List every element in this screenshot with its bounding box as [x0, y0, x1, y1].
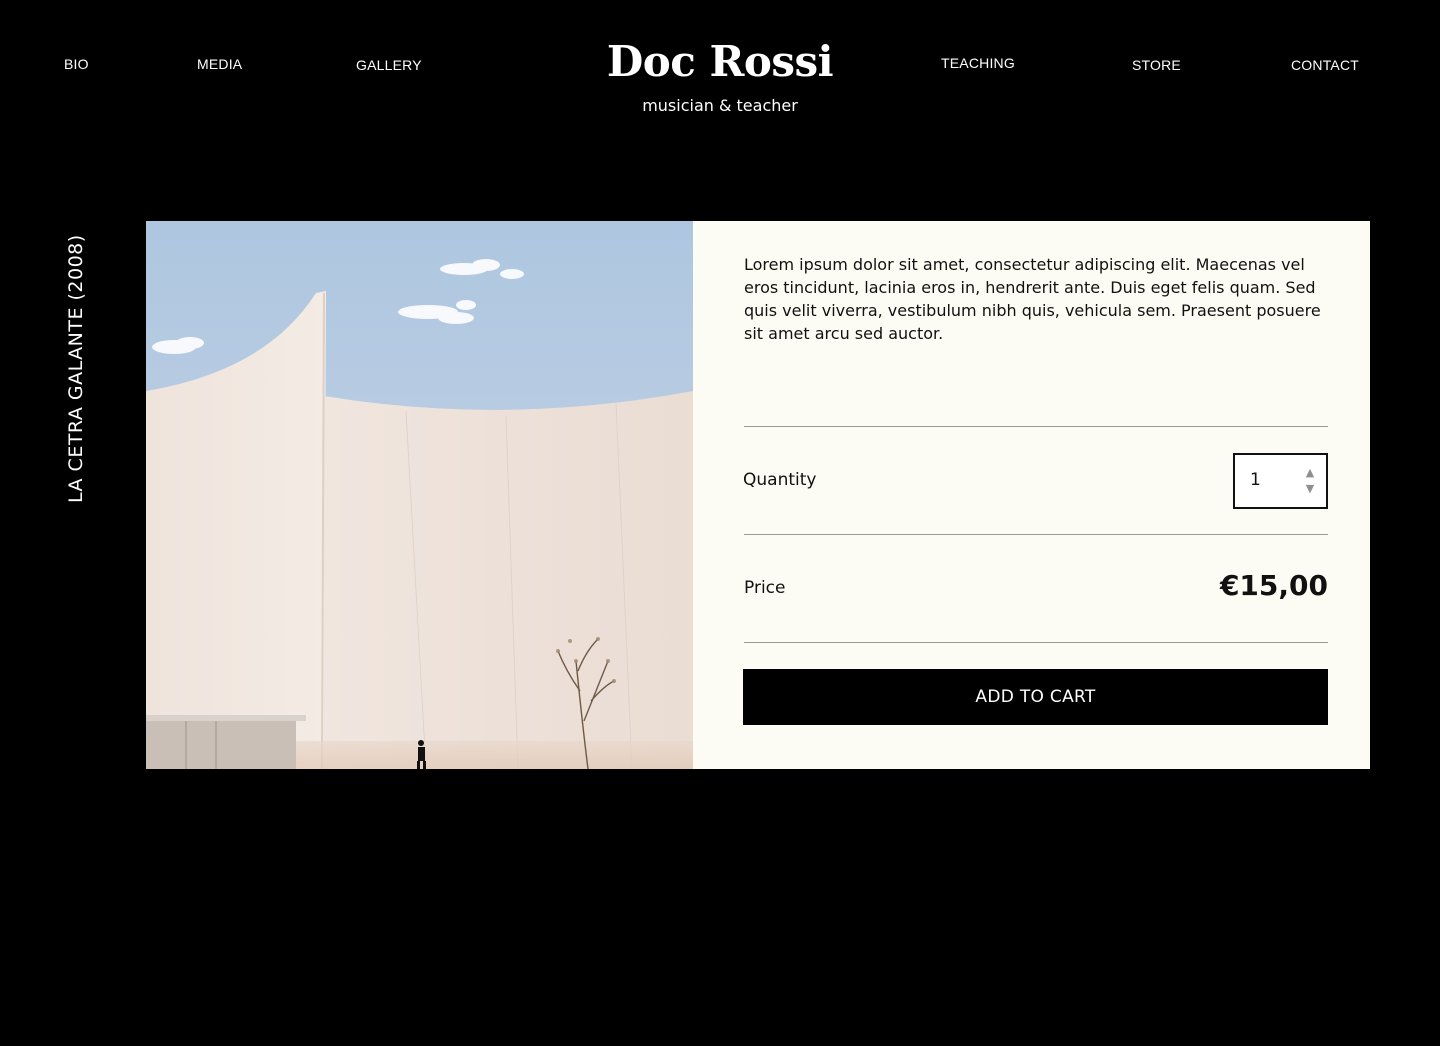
- add-to-cart-button[interactable]: ADD TO CART: [743, 669, 1328, 725]
- product-image: [146, 221, 693, 769]
- product-details: Lorem ipsum dolor sit amet, consectetur …: [743, 221, 1328, 769]
- page: BIO MEDIA GALLERY Doc Rossi musician & t…: [0, 0, 1440, 1046]
- product-card: Lorem ipsum dolor sit amet, consectetur …: [146, 221, 1370, 769]
- product-title: LA CETRA GALANTE (2008): [65, 234, 87, 503]
- site-subtitle: musician & teacher: [642, 96, 798, 115]
- site-brand[interactable]: Doc Rossi musician & teacher: [520, 34, 920, 115]
- nav-link-bio[interactable]: BIO: [64, 56, 89, 72]
- nav-link-store[interactable]: STORE: [1132, 57, 1181, 73]
- quantity-value[interactable]: 1: [1250, 470, 1261, 490]
- product-title-vertical: LA CETRA GALANTE (2008): [62, 221, 96, 503]
- divider: [744, 426, 1328, 427]
- triangle-up-icon[interactable]: ▲: [1303, 467, 1317, 479]
- triangle-down-icon[interactable]: ▼: [1303, 483, 1317, 495]
- nav-link-contact[interactable]: CONTACT: [1291, 57, 1359, 73]
- nav-link-teaching[interactable]: TEACHING: [941, 55, 1015, 71]
- quantity-label: Quantity: [743, 470, 817, 490]
- divider: [744, 534, 1328, 535]
- quantity-stepper[interactable]: 1 ▲ ▼: [1233, 453, 1328, 509]
- nav-link-media[interactable]: MEDIA: [197, 56, 242, 72]
- product-description: Lorem ipsum dolor sit amet, consectetur …: [744, 255, 1321, 343]
- site-title[interactable]: Doc Rossi: [520, 34, 920, 90]
- architecture-photo: [146, 221, 693, 769]
- price-value: €15,00: [1219, 569, 1328, 602]
- nav-link-gallery[interactable]: GALLERY: [356, 57, 422, 73]
- price-label: Price: [744, 578, 786, 598]
- divider: [744, 642, 1328, 643]
